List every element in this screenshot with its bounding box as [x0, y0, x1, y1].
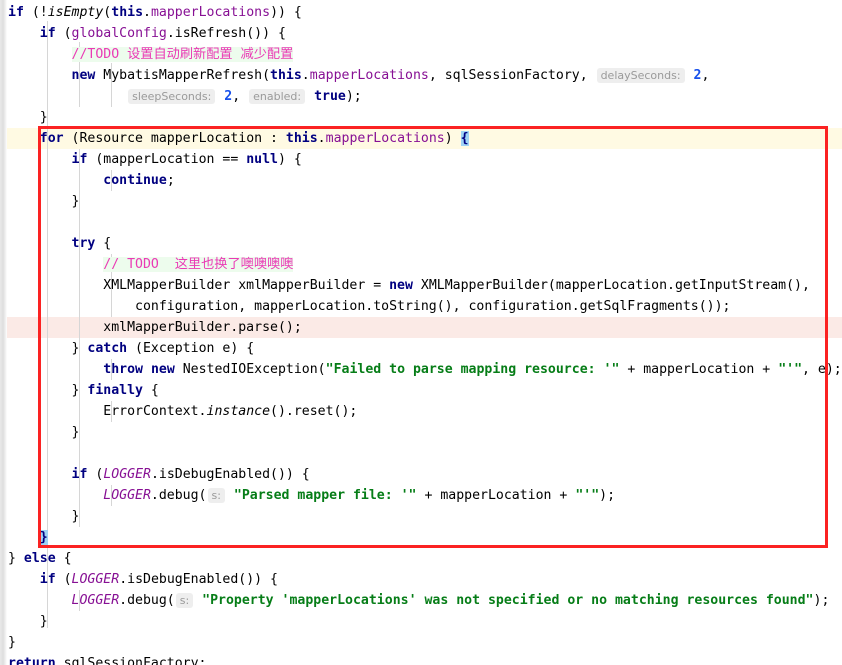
- code-line-parse[interactable]: xmlMapperBuilder.parse();: [0, 317, 842, 338]
- code-line[interactable]: } finally {: [0, 380, 842, 401]
- param-hint-sleep-seconds: sleepSeconds:: [128, 89, 216, 104]
- matched-brace-close: }: [39, 530, 48, 545]
- code-line[interactable]: }: [0, 422, 842, 443]
- matched-brace-open: {: [460, 131, 469, 146]
- code-line[interactable]: if (mapperLocation == null) {: [0, 149, 842, 170]
- code-line[interactable]: LOGGER.debug(s: "Property 'mapperLocatio…: [0, 590, 842, 611]
- code-line-blank[interactable]: [0, 212, 842, 233]
- editor-gutter-shadow: [0, 0, 7, 665]
- code-line[interactable]: if (globalConfig.isRefresh()) {: [0, 23, 842, 44]
- code-line[interactable]: if (LOGGER.isDebugEnabled()) {: [0, 464, 842, 485]
- code-line[interactable]: throw new NestedIOException("Failed to p…: [0, 359, 842, 380]
- code-line[interactable]: // TODO 这里也换了噢噢噢噢: [0, 254, 842, 275]
- code-line[interactable]: }: [0, 107, 842, 128]
- code-line-for-loop[interactable]: for (Resource mapperLocation : this.mapp…: [0, 128, 842, 149]
- param-hint-delay-seconds: delaySeconds:: [596, 68, 685, 83]
- code-line[interactable]: configuration, mapperLocation.toString()…: [0, 296, 842, 317]
- code-line[interactable]: LOGGER.debug(s: "Parsed mapper file: '" …: [0, 485, 842, 506]
- code-line[interactable]: //TODO 设置自动刷新配置 减少配置: [0, 44, 842, 65]
- code-line[interactable]: }: [0, 506, 842, 527]
- code-line[interactable]: XMLMapperBuilder xmlMapperBuilder = new …: [0, 275, 842, 296]
- code-line[interactable]: }: [0, 611, 842, 632]
- code-line[interactable]: new MybatisMapperRefresh(this.mapperLoca…: [0, 65, 842, 86]
- param-hint-s: s:: [175, 593, 194, 608]
- code-line[interactable]: } else {: [0, 548, 842, 569]
- code-line[interactable]: sleepSeconds: 2, enabled: true);: [0, 86, 842, 107]
- code-line[interactable]: }: [0, 632, 842, 653]
- code-line[interactable]: continue;: [0, 170, 842, 191]
- code-editor[interactable]: if (!isEmpty(this.mapperLocations)) { if…: [0, 0, 842, 665]
- code-line[interactable]: if (LOGGER.isDebugEnabled()) {: [0, 569, 842, 590]
- code-line[interactable]: if (!isEmpty(this.mapperLocations)) {: [0, 2, 842, 23]
- param-hint-s: s:: [207, 488, 225, 503]
- code-line[interactable]: try {: [0, 233, 842, 254]
- code-line[interactable]: }: [0, 191, 842, 212]
- code-line[interactable]: } catch (Exception e) {: [0, 338, 842, 359]
- code-line[interactable]: ErrorContext.instance().reset();: [0, 401, 842, 422]
- code-line-blank[interactable]: [0, 443, 842, 464]
- param-hint-enabled: enabled:: [249, 89, 306, 104]
- code-line-clipped[interactable]: return sqlSessionFactory;: [0, 653, 842, 665]
- code-line[interactable]: }: [0, 527, 842, 548]
